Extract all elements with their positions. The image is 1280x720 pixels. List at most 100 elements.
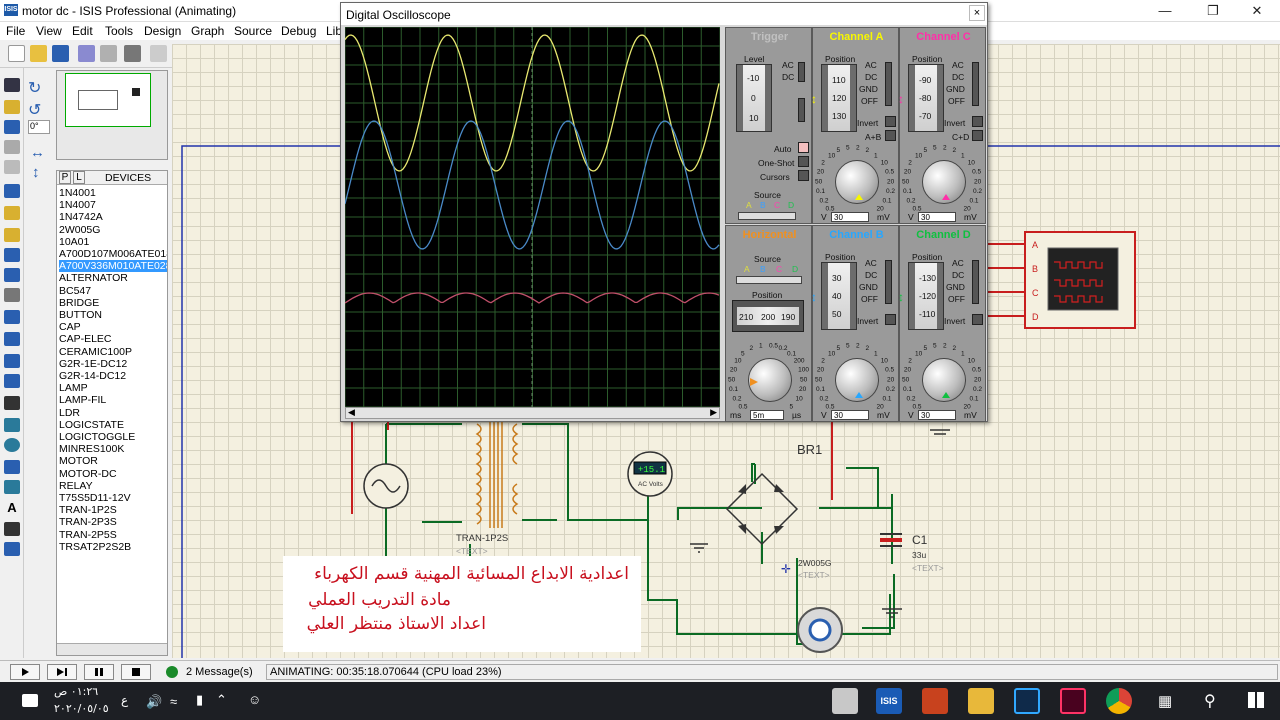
clock-time[interactable]: ٠١:٢٦ ص [54, 685, 98, 698]
device-list-item[interactable]: 1N4001 [59, 187, 167, 199]
stop-button[interactable] [121, 664, 151, 680]
one-shot-toggle[interactable] [798, 156, 809, 167]
device-list-item[interactable]: 1N4742A [59, 211, 167, 223]
channel-position-slider[interactable]: -130 -120 -110 [908, 262, 944, 330]
instrument-icon[interactable] [4, 374, 20, 388]
line-icon[interactable] [4, 396, 20, 410]
scroll-left-icon[interactable]: ◀ [348, 407, 355, 418]
probe-icon[interactable] [4, 332, 20, 346]
close-window-button[interactable]: ✕ [1234, 0, 1280, 22]
step-button[interactable] [47, 664, 77, 680]
overview-window[interactable] [56, 70, 168, 160]
messages-count[interactable]: 2 Message(s) [186, 666, 253, 678]
battery-icon[interactable]: ▮ [196, 692, 203, 708]
tab-pick-devices[interactable]: P [59, 171, 71, 184]
device-list-item[interactable]: LOGICSTATE [59, 419, 167, 431]
generator-icon[interactable] [4, 310, 20, 324]
tab-library[interactable]: L [73, 171, 85, 184]
windows-start-icon[interactable] [1248, 692, 1264, 708]
device-list-item[interactable]: A700V336M010ATE028 [59, 260, 167, 273]
select-arrow-icon[interactable] [4, 78, 20, 92]
device-list-item[interactable]: TRSAT2P2S2B [59, 541, 167, 553]
import-icon[interactable] [78, 45, 95, 62]
current-probe-icon[interactable] [4, 354, 20, 368]
channel-position-slider[interactable]: 110 120 130 [821, 64, 857, 132]
coupling-switch[interactable] [885, 62, 892, 106]
device-list-item[interactable]: TRAN-2P5S [59, 529, 167, 541]
horizontal-source-slider[interactable] [736, 276, 802, 284]
taskbar-app-icon[interactable] [832, 688, 858, 714]
menu-view[interactable]: View [36, 24, 62, 38]
minimize-button[interactable]: — [1142, 0, 1188, 22]
auto-toggle[interactable] [798, 142, 809, 153]
invert-toggle[interactable] [972, 116, 983, 127]
device-list-item[interactable]: LAMP-FIL [59, 394, 167, 406]
trigger-coupling-switch[interactable] [798, 62, 805, 82]
trigger-edge-switch[interactable] [798, 98, 805, 122]
circle-icon[interactable] [4, 438, 20, 452]
device-list-item[interactable]: BC547 [59, 285, 167, 297]
language-indicator[interactable]: ع [121, 693, 128, 707]
menu-file[interactable]: File [6, 24, 25, 38]
notification-icon[interactable] [22, 694, 38, 707]
devices-hscrollbar[interactable] [57, 643, 167, 655]
export-icon[interactable] [100, 45, 117, 62]
pin-icon[interactable] [4, 248, 20, 262]
messages-icon[interactable] [166, 666, 178, 678]
people-icon[interactable]: ☺ [248, 692, 261, 707]
print-icon[interactable] [124, 45, 141, 62]
chevron-up-icon[interactable]: ⌃ [216, 692, 227, 708]
pause-button[interactable] [84, 664, 114, 680]
wifi-icon[interactable]: ≈ [170, 694, 177, 709]
mirror-y-icon[interactable]: ↕ [32, 164, 40, 181]
bus-icon[interactable] [4, 184, 20, 198]
device-list-item[interactable]: ALTERNATOR [59, 272, 167, 284]
level-slider[interactable]: -10 0 10 [736, 64, 772, 132]
text-icon[interactable]: A [4, 500, 20, 515]
invert-toggle[interactable] [972, 314, 983, 325]
device-list-item[interactable]: LAMP [59, 382, 167, 394]
wire-label-icon[interactable] [4, 140, 20, 154]
photoshop-icon[interactable] [1014, 688, 1040, 714]
search-icon[interactable]: ⚲ [1204, 691, 1216, 711]
oscilloscope-window[interactable]: Digital Oscilloscope × ◀ ▶ Trigger Level… [340, 2, 988, 422]
isis-taskbar-icon[interactable]: ISIS [876, 688, 902, 714]
invert-toggle[interactable] [885, 116, 896, 127]
coupling-switch[interactable] [972, 62, 979, 106]
menu-tools[interactable]: Tools [105, 24, 133, 38]
maximize-button[interactable]: ❐ [1190, 0, 1236, 22]
menu-edit[interactable]: Edit [72, 24, 93, 38]
device-list-item[interactable]: 2W005G [59, 224, 167, 236]
mirror-x-icon[interactable]: ↔ [30, 144, 45, 161]
menu-debug[interactable]: Debug [281, 24, 316, 38]
device-list-item[interactable]: BUTTON [59, 309, 167, 321]
device-list-item[interactable]: G2R-1E-DC12 [59, 358, 167, 370]
menu-graph[interactable]: Graph [191, 24, 224, 38]
channel-position-slider[interactable]: 30 40 50 [821, 262, 857, 330]
device-list-item[interactable]: TRAN-1P2S [59, 504, 167, 516]
open-folder-icon[interactable] [30, 45, 47, 62]
marker-icon[interactable] [4, 542, 20, 556]
channel-position-slider[interactable]: -90 -80 -70 [908, 64, 944, 132]
rotation-field[interactable]: 0° [28, 120, 50, 134]
menu-source[interactable]: Source [234, 24, 272, 38]
tape-icon[interactable] [4, 288, 20, 302]
box-icon[interactable] [4, 418, 20, 432]
component-icon[interactable] [4, 100, 20, 114]
chrome-icon[interactable] [1106, 688, 1132, 714]
powerpoint-icon[interactable] [922, 688, 948, 714]
terminal-icon[interactable] [4, 228, 20, 242]
trigger-source-slider[interactable] [738, 212, 796, 220]
horizontal-position-slider[interactable]: 210 200 190 [732, 300, 804, 332]
coupling-switch[interactable] [885, 260, 892, 304]
device-list-item[interactable]: 1N4007 [59, 199, 167, 211]
device-list-item[interactable]: LDR [59, 407, 167, 419]
save-icon[interactable] [52, 45, 69, 62]
rotate-ccw-icon[interactable]: ↺ [28, 100, 48, 119]
file-explorer-icon[interactable] [968, 688, 994, 714]
scroll-right-icon[interactable]: ▶ [710, 407, 717, 418]
device-list-item[interactable]: RELAY [59, 480, 167, 492]
coupling-switch[interactable] [972, 260, 979, 304]
symbol-icon[interactable] [4, 522, 20, 536]
play-button[interactable] [10, 664, 40, 680]
